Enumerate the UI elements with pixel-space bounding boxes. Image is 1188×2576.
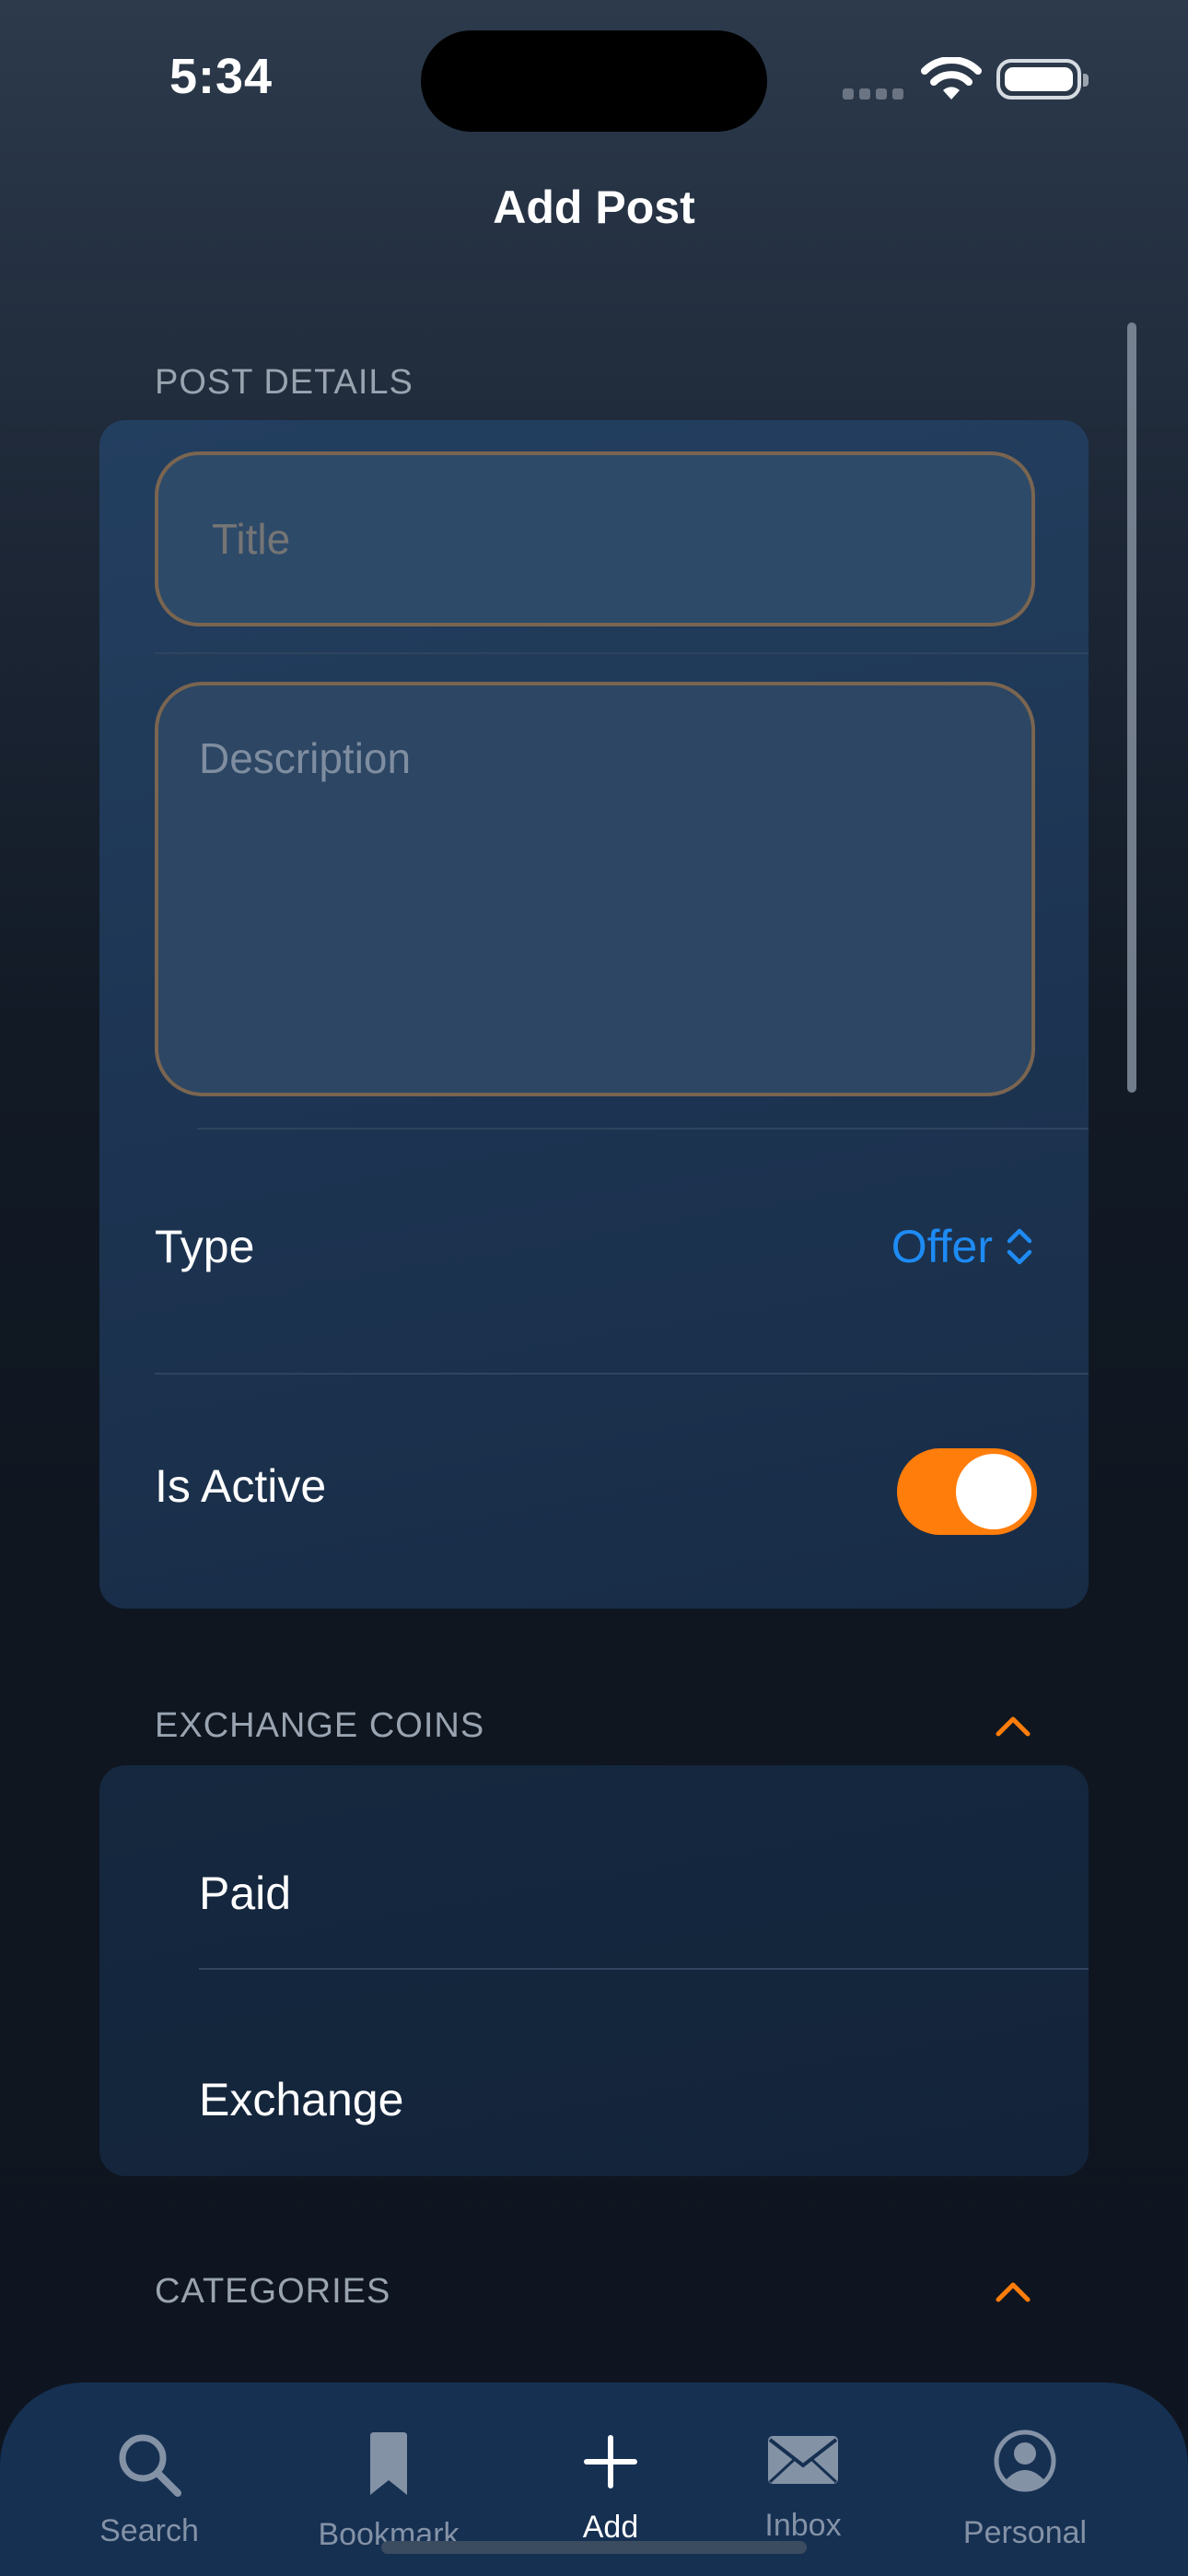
- status-time: 5:34: [169, 49, 274, 104]
- title-input[interactable]: [155, 451, 1035, 626]
- section-header-post-details: POST DETAILS: [155, 363, 413, 402]
- tab-label: Inbox: [764, 2508, 842, 2543]
- type-picker[interactable]: Offer: [891, 1220, 1033, 1273]
- description-placeholder: Description: [199, 734, 412, 782]
- list-item-paid[interactable]: Paid: [199, 1867, 291, 1920]
- active-label: Is Active: [155, 1460, 327, 1512]
- exchange-coins-card: Paid Exchange: [99, 1765, 1089, 2176]
- dynamic-island: [421, 30, 767, 132]
- active-toggle[interactable]: [897, 1448, 1037, 1535]
- type-picker-value: Offer: [891, 1221, 993, 1272]
- status-bar: 5:34: [0, 0, 1188, 157]
- wifi-icon: [921, 56, 982, 106]
- scroll-indicator[interactable]: [1127, 322, 1136, 1093]
- divider: [197, 1128, 1089, 1130]
- person-circle-icon: [994, 2430, 1056, 2492]
- list-item-exchange[interactable]: Exchange: [199, 2073, 403, 2126]
- chevron-up-down-icon: [1007, 1228, 1032, 1265]
- tab-label: Search: [99, 2513, 199, 2548]
- description-input[interactable]: Description: [155, 682, 1035, 1096]
- divider: [155, 1373, 1089, 1375]
- divider: [199, 1968, 1089, 1970]
- chevron-up-icon[interactable]: [993, 2277, 1033, 2305]
- envelope-icon: [768, 2436, 838, 2484]
- chevron-up-icon[interactable]: [993, 1712, 1033, 1739]
- page-title: Add Post: [493, 181, 695, 233]
- bookmark-icon: [370, 2432, 407, 2495]
- home-indicator[interactable]: [381, 2541, 807, 2554]
- battery-icon: [996, 59, 1089, 100]
- section-header-exchange-coins: EXCHANGE COINS: [155, 1706, 485, 1745]
- signal-icon: [843, 88, 903, 100]
- divider: [155, 652, 1089, 654]
- tab-personal[interactable]: Personal: [949, 2383, 1101, 2576]
- tab-label: Personal: [962, 2515, 1088, 2550]
- search-icon: [119, 2434, 181, 2497]
- section-header-categories: CATEGORIES: [155, 2272, 391, 2311]
- toggle-knob: [956, 1454, 1031, 1529]
- plus-icon: [584, 2435, 637, 2488]
- type-label: Type: [155, 1221, 255, 1272]
- post-details-card: Description Type Offer Is Active: [99, 420, 1089, 1609]
- tab-search[interactable]: Search: [76, 2383, 223, 2576]
